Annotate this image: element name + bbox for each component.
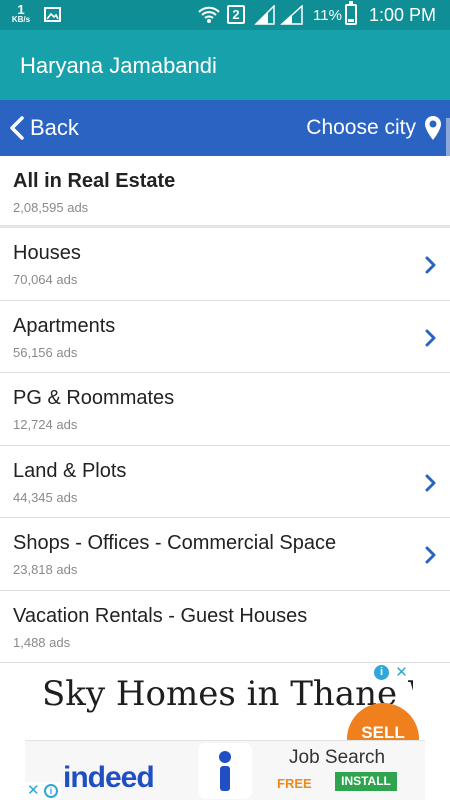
list-item-title: PG & Roommates xyxy=(13,387,175,409)
bottom-ad[interactable]: indeed Job Search FREE INSTALL xyxy=(25,740,425,800)
list-item-houses[interactable]: Houses 70,064 ads xyxy=(0,228,450,301)
image-icon xyxy=(44,7,61,22)
list-item-shops-offices[interactable]: Shops - Offices - Commercial Space 23,81… xyxy=(0,518,450,591)
bottom-ad-controls: ✕ i xyxy=(25,782,61,800)
battery-icon xyxy=(345,1,357,25)
list-item-land-plots[interactable]: Land & Plots 44,345 ads xyxy=(0,446,450,518)
list-item-vacation-rentals[interactable]: Vacation Rentals - Guest Houses 1,488 ad… xyxy=(0,591,450,663)
status-bar: 1 KB/s 2 11% 1:00 PM xyxy=(0,0,450,30)
ad-banner-text: Sky Homes in Thane West » xyxy=(42,674,413,714)
list-header-title: All in Real Estate xyxy=(13,170,176,192)
list-item-count: 70,064 ads xyxy=(13,272,78,287)
signal-icon xyxy=(280,5,303,25)
network-speed-unit: KB/s xyxy=(11,15,31,24)
list-item-title: Houses xyxy=(13,242,81,264)
chevron-right-icon xyxy=(425,474,436,491)
back-label: Back xyxy=(30,115,79,140)
bottom-ad-info-icon[interactable]: i xyxy=(44,784,58,798)
sim-slot-indicator: 2 xyxy=(227,5,245,24)
wifi-icon xyxy=(198,6,220,23)
app-title: Haryana Jamabandi xyxy=(20,53,217,78)
clock: 1:00 PM xyxy=(369,5,437,25)
category-list: All in Real Estate 2,08,595 ads Houses 7… xyxy=(0,156,450,663)
list-item-count: 44,345 ads xyxy=(13,489,78,505)
back-button[interactable]: Back xyxy=(8,112,79,144)
list-header-all-real-estate: All in Real Estate 2,08,595 ads xyxy=(0,156,450,228)
list-item-title: Vacation Rentals - Guest Houses xyxy=(13,604,308,627)
app-bar: Haryana Jamabandi xyxy=(0,30,450,100)
choose-city-button[interactable]: Choose city xyxy=(306,112,442,144)
ad-close-icon[interactable]: ✕ xyxy=(394,665,409,680)
list-item-count: 56,156 ads xyxy=(13,344,78,360)
chevron-left-icon xyxy=(10,116,24,140)
install-button[interactable]: INSTALL xyxy=(335,772,397,791)
battery-percent: 11% xyxy=(313,7,342,24)
list-item-pg-roommates[interactable]: PG & Roommates 12,724 ads xyxy=(0,373,450,446)
choose-city-label: Choose city xyxy=(306,116,416,139)
list-item-title: Land & Plots xyxy=(13,459,127,482)
signal-icon xyxy=(254,5,275,25)
list-item-apartments[interactable]: Apartments 56,156 ads xyxy=(0,301,450,373)
list-item-count: 1,488 ads xyxy=(13,634,71,650)
bottom-ad-price: FREE xyxy=(277,776,312,791)
chevron-right-icon xyxy=(425,329,436,346)
bottom-ad-close-icon[interactable]: ✕ xyxy=(27,782,40,800)
chevron-right-icon xyxy=(425,256,436,274)
indeed-app-icon xyxy=(198,743,252,799)
scrollbar-thumb[interactable] xyxy=(446,118,450,156)
list-item-count: 23,818 ads xyxy=(13,562,78,577)
list-item-title: Apartments xyxy=(13,314,116,337)
location-pin-icon xyxy=(425,116,441,140)
bottom-ad-title: Job Search xyxy=(289,747,386,768)
ad-info-icon[interactable]: i xyxy=(374,665,389,680)
nav-bar: Back Choose city xyxy=(0,100,450,156)
chevron-right-icon xyxy=(425,546,436,564)
list-item-count: 12,724 ads xyxy=(13,417,78,432)
list-item-title: Shops - Offices - Commercial Space xyxy=(13,532,337,554)
list-header-count: 2,08,595 ads xyxy=(13,200,89,215)
indeed-logo: indeed xyxy=(63,761,155,794)
network-speed: 1 KB/s xyxy=(8,3,34,24)
